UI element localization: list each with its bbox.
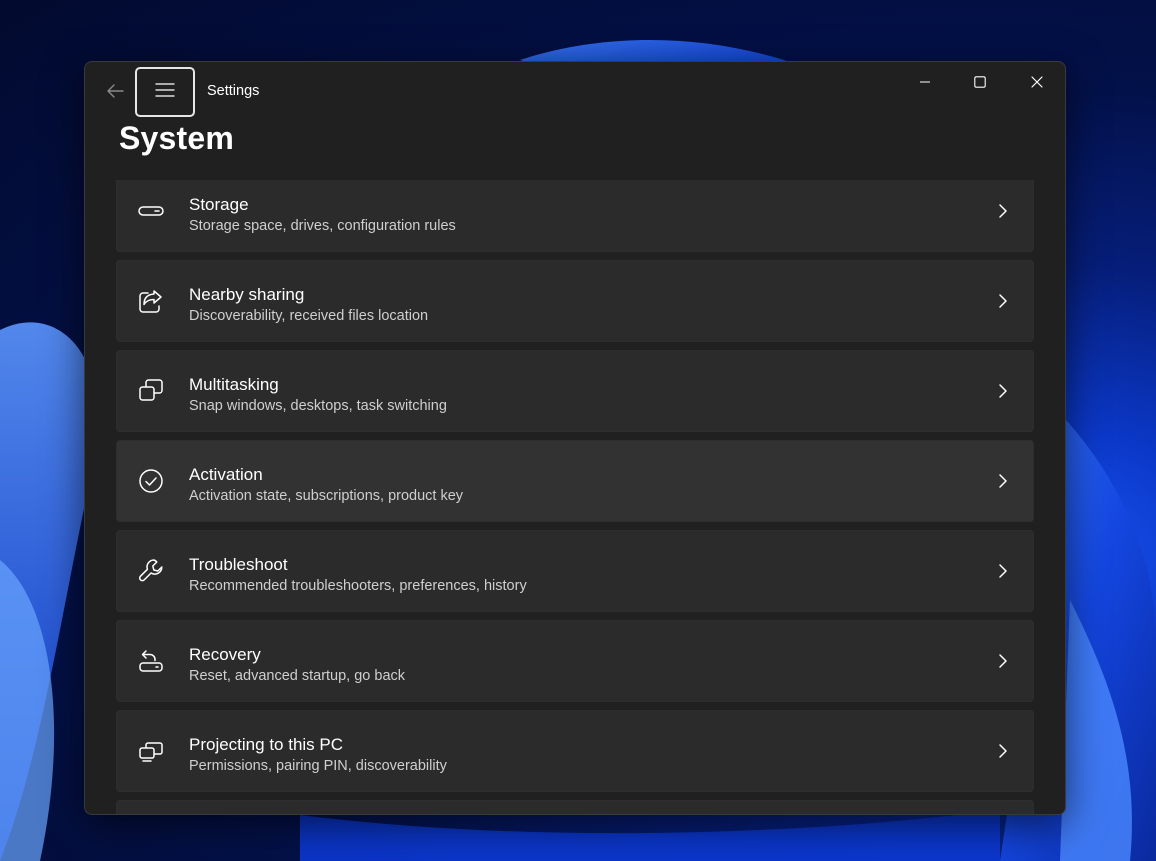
- settings-item-activation[interactable]: Activation Activation state, subscriptio…: [116, 440, 1034, 522]
- chevron-right-icon: [995, 743, 1011, 759]
- chevron-right-icon: [995, 293, 1011, 309]
- maximize-icon: [973, 73, 986, 92]
- multitasking-icon: [137, 377, 165, 405]
- close-button[interactable]: [1008, 62, 1065, 102]
- maximize-button[interactable]: [951, 62, 1008, 102]
- chevron-right-icon: [995, 383, 1011, 399]
- arrow-left-icon: [106, 83, 124, 103]
- settings-item-projecting[interactable]: Projecting to this PC Permissions, pairi…: [116, 710, 1034, 792]
- item-title: Multitasking: [189, 375, 279, 394]
- minimize-button[interactable]: [896, 62, 953, 102]
- chevron-right-icon: [995, 653, 1011, 669]
- settings-list: Storage Storage space, drives, configura…: [116, 180, 1034, 814]
- item-description: Activation state, subscriptions, product…: [189, 488, 464, 504]
- minimize-icon: [919, 73, 931, 92]
- item-title: Storage: [189, 195, 249, 214]
- item-description: Recommended troubleshooters, preferences…: [189, 578, 527, 594]
- item-description: Reset, advanced startup, go back: [189, 668, 406, 684]
- settings-item-partial[interactable]: [116, 800, 1034, 814]
- item-title: Nearby sharing: [189, 285, 305, 304]
- chevron-right-icon: [995, 203, 1011, 219]
- hamburger-menu-icon: [155, 82, 175, 102]
- recovery-icon: [137, 647, 165, 675]
- app-title: Settings: [207, 83, 260, 99]
- item-title: Recovery: [189, 645, 261, 664]
- item-title: Activation: [189, 465, 263, 484]
- settings-item-troubleshoot[interactable]: Troubleshoot Recommended troubleshooters…: [116, 530, 1034, 612]
- item-description: Permissions, pairing PIN, discoverabilit…: [189, 758, 447, 774]
- navigation-menu-button[interactable]: [135, 67, 195, 117]
- storage-drive-icon: [137, 197, 165, 225]
- settings-item-nearby-sharing[interactable]: Nearby sharing Discoverability, received…: [116, 260, 1034, 342]
- item-description: Storage space, drives, configuration rul…: [189, 218, 456, 234]
- chevron-right-icon: [995, 473, 1011, 489]
- projecting-icon: [137, 737, 165, 765]
- back-button[interactable]: [99, 77, 131, 109]
- settings-window: Settings System Storage Storage space, d…: [84, 61, 1066, 815]
- close-icon: [1030, 73, 1043, 92]
- share-icon: [137, 287, 165, 315]
- title-bar: Settings: [85, 62, 1065, 120]
- item-title: Troubleshoot: [189, 555, 288, 574]
- item-description: Discoverability, received files location: [189, 308, 429, 324]
- item-title: Projecting to this PC: [189, 735, 344, 754]
- page-title: System: [119, 120, 235, 156]
- chevron-right-icon: [995, 563, 1011, 579]
- item-description: Snap windows, desktops, task switching: [189, 398, 447, 414]
- settings-item-storage[interactable]: Storage Storage space, drives, configura…: [116, 180, 1034, 252]
- settings-item-recovery[interactable]: Recovery Reset, advanced startup, go bac…: [116, 620, 1034, 702]
- checkmark-circle-icon: [137, 467, 165, 495]
- wrench-icon: [137, 557, 165, 585]
- settings-item-multitasking[interactable]: Multitasking Snap windows, desktops, tas…: [116, 350, 1034, 432]
